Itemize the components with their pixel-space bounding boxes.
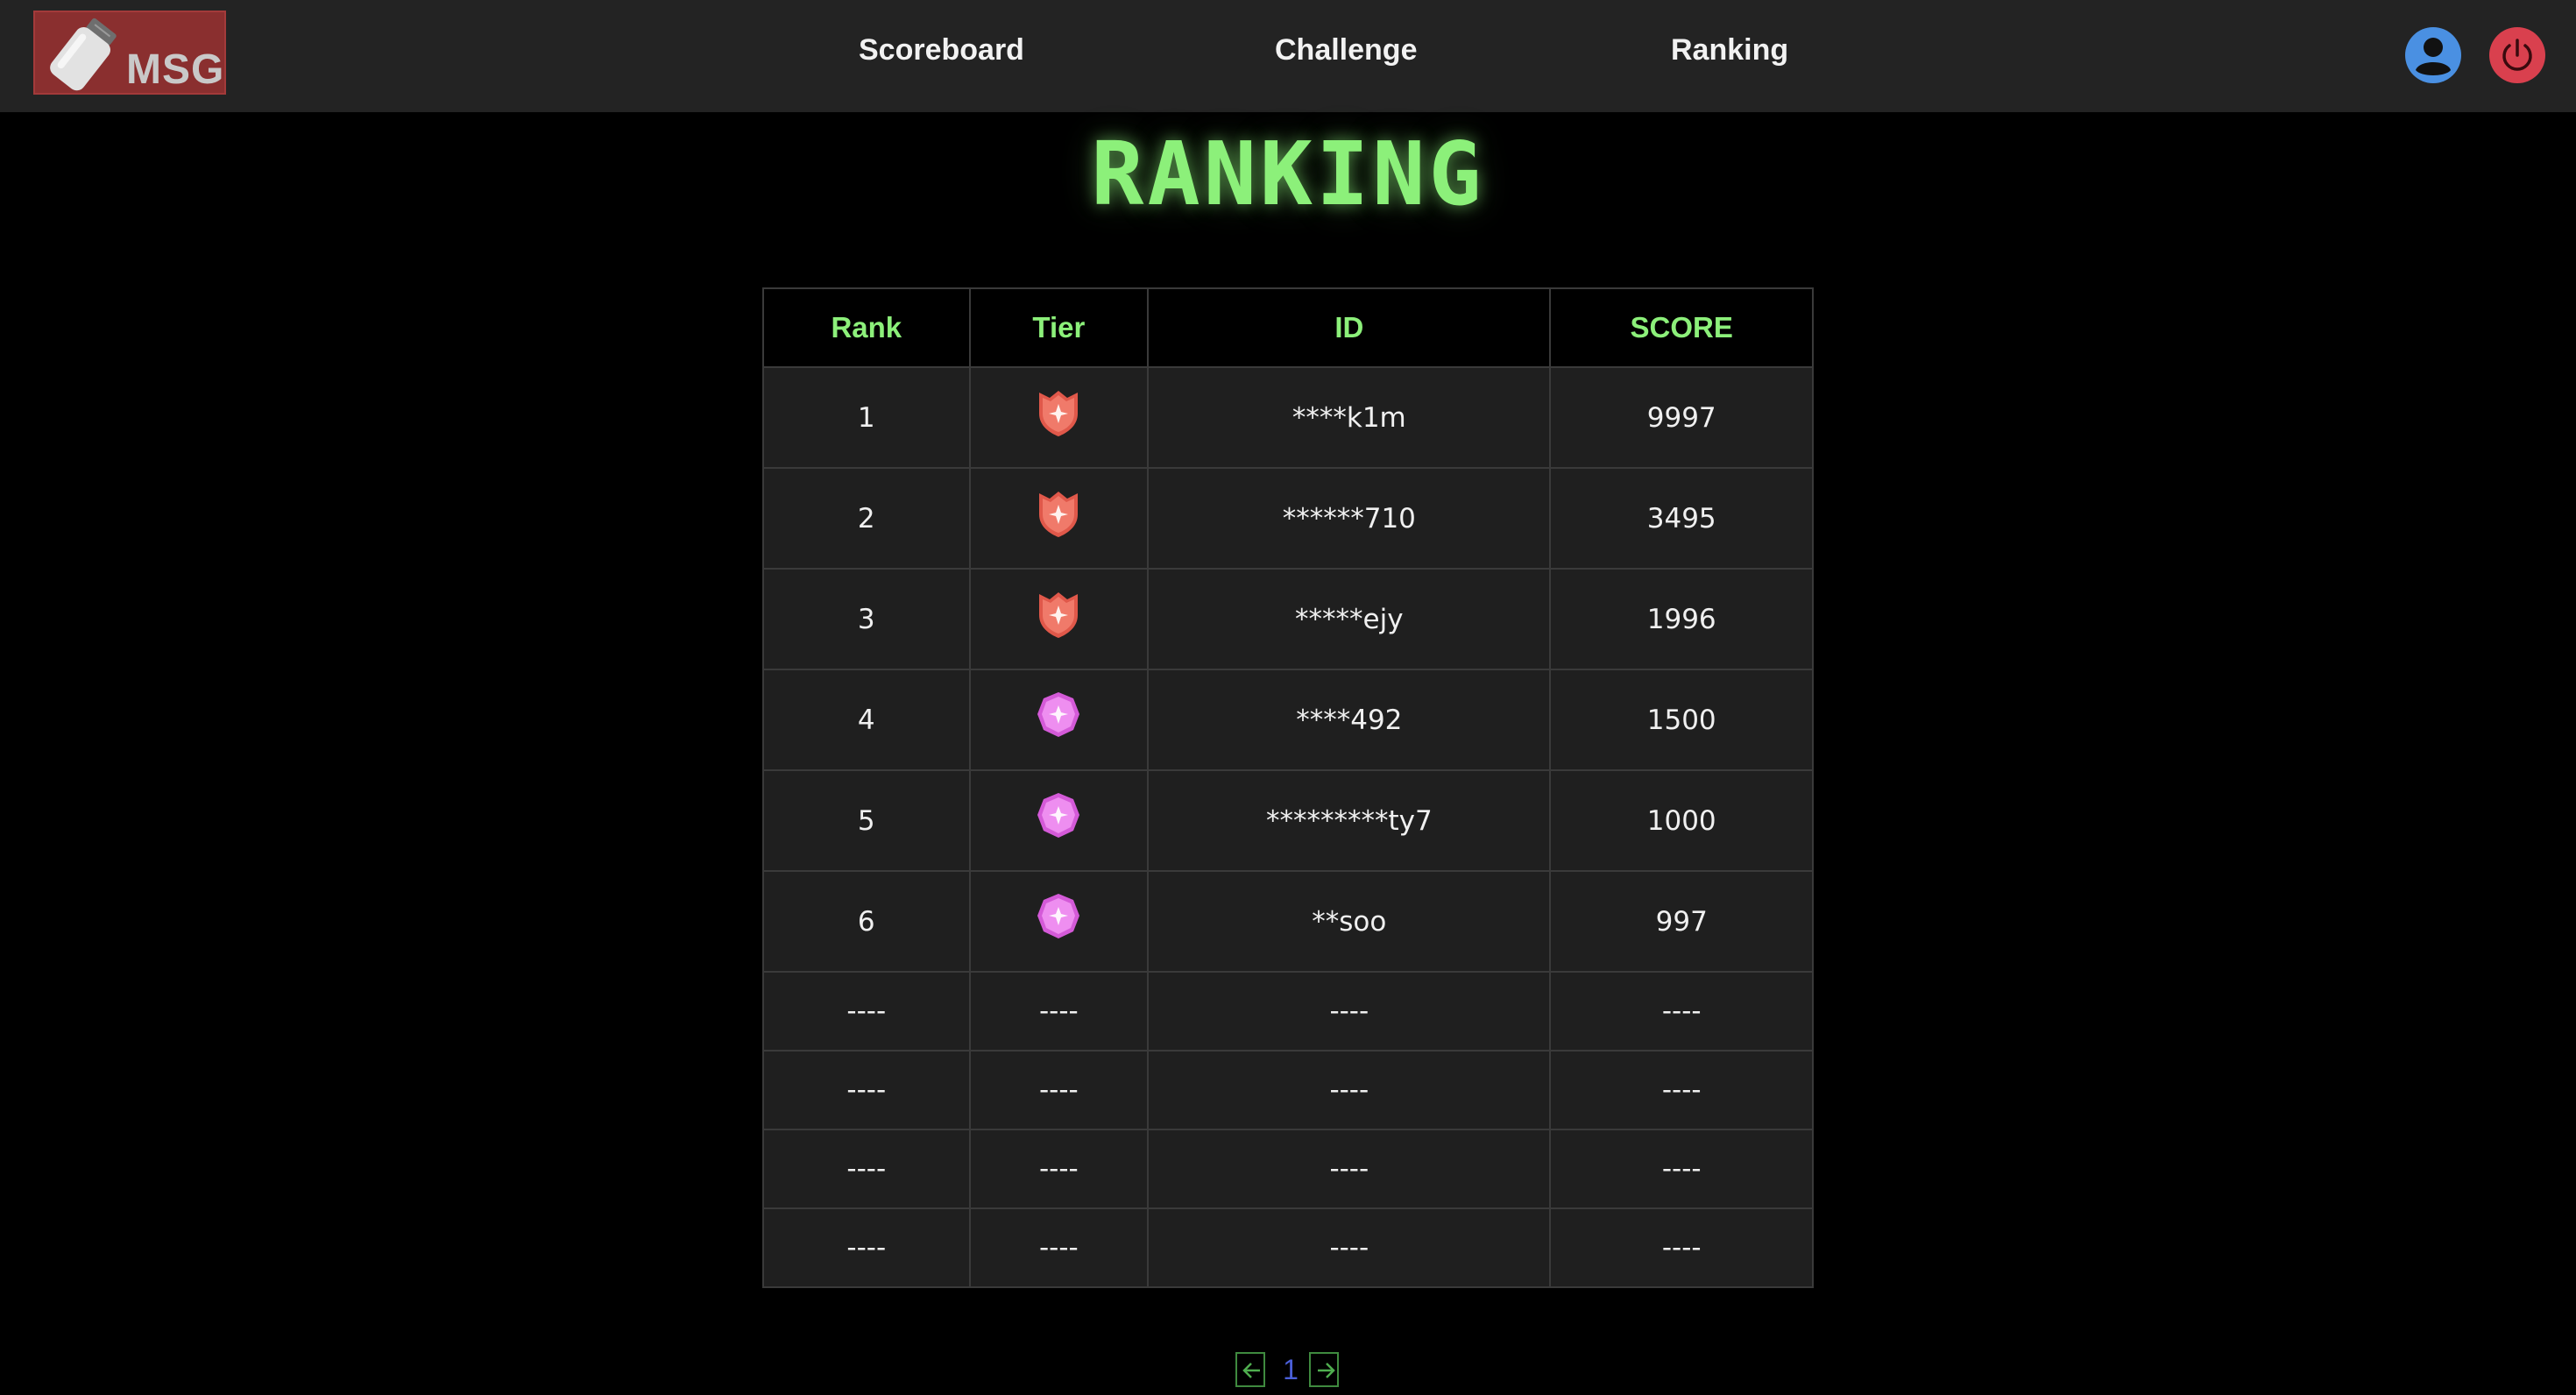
table-row-empty: ---- ---- ---- ---- <box>762 971 1814 1052</box>
tier-cell <box>968 769 1150 872</box>
user-profile-button[interactable] <box>2404 26 2462 84</box>
tier-cell: ---- <box>968 1050 1150 1130</box>
score-cell: 9997 <box>1549 366 1814 469</box>
score-cell: 997 <box>1549 870 1814 973</box>
tier-cell <box>968 467 1150 570</box>
red-shield-tier-icon <box>1039 491 1079 537</box>
logo-text: MSG <box>126 46 225 93</box>
power-icon <box>2489 27 2545 83</box>
rank-cell: 3 <box>762 568 971 670</box>
rank-cell: ---- <box>762 971 971 1052</box>
top-navbar: MSG Scoreboard Challenge Ranking <box>0 0 2576 112</box>
header-tier: Tier <box>968 287 1150 368</box>
rank-cell: ---- <box>762 1129 971 1209</box>
pink-gem-tier-icon <box>1037 691 1080 737</box>
msg-logo[interactable]: MSG <box>33 11 226 95</box>
rank-cell: 2 <box>762 467 971 570</box>
arrow-right-icon <box>1318 1363 1335 1378</box>
id-cell: ****k1m <box>1147 366 1552 469</box>
table-row-empty: ---- ---- ---- ---- <box>762 1129 1814 1209</box>
rank-cell: ---- <box>762 1207 971 1288</box>
header-rank: Rank <box>762 287 971 368</box>
rank-cell: 4 <box>762 669 971 771</box>
table-row: 1 ****k1m 9997 <box>762 366 1814 469</box>
rank-cell: ---- <box>762 1050 971 1130</box>
rank-cell: 5 <box>762 769 971 872</box>
score-cell: ---- <box>1549 1207 1814 1288</box>
arrow-left-icon <box>1242 1363 1260 1378</box>
next-page-button[interactable] <box>1309 1352 1339 1387</box>
score-cell: ---- <box>1549 971 1814 1052</box>
table-row-empty: ---- ---- ---- ---- <box>762 1050 1814 1130</box>
id-cell: ******710 <box>1147 467 1552 570</box>
tier-cell <box>968 669 1150 771</box>
page-title: RANKING <box>1091 123 1485 225</box>
id-cell: ---- <box>1147 971 1552 1052</box>
header-score: SCORE <box>1549 287 1814 368</box>
pink-gem-tier-icon <box>1037 893 1080 938</box>
red-shield-tier-icon <box>1039 591 1079 638</box>
tier-cell: ---- <box>968 1129 1150 1209</box>
score-cell: 1000 <box>1549 769 1814 872</box>
header-id: ID <box>1147 287 1552 368</box>
rank-cell: 1 <box>762 366 971 469</box>
red-shield-tier-icon <box>1039 390 1079 436</box>
table-header-row: Rank Tier ID SCORE <box>762 287 1814 368</box>
tier-cell: ---- <box>968 1207 1150 1288</box>
table-row: 2 ******710 3495 <box>762 467 1814 570</box>
table-row: 3 *****ejy 1996 <box>762 568 1814 670</box>
score-cell: ---- <box>1549 1050 1814 1130</box>
id-cell: *****ejy <box>1147 568 1552 670</box>
table-row: 6 **soo 997 <box>762 870 1814 973</box>
id-cell: *********ty7 <box>1147 769 1552 872</box>
rank-cell: 6 <box>762 870 971 973</box>
table-row-empty: ---- ---- ---- ---- <box>762 1207 1814 1288</box>
user-circle-icon <box>2405 27 2461 83</box>
page-number-current[interactable]: 1 <box>1277 1354 1304 1386</box>
logout-button[interactable] <box>2488 26 2546 84</box>
id-cell: ****492 <box>1147 669 1552 771</box>
id-cell: **soo <box>1147 870 1552 973</box>
pink-gem-tier-icon <box>1037 792 1080 838</box>
nav-challenge[interactable]: Challenge <box>1275 33 1417 67</box>
tier-cell: ---- <box>968 971 1150 1052</box>
nav-scoreboard[interactable]: Scoreboard <box>859 33 1024 67</box>
id-cell: ---- <box>1147 1129 1552 1209</box>
tier-cell <box>968 870 1150 973</box>
score-cell: 1500 <box>1549 669 1814 771</box>
score-cell: 3495 <box>1549 467 1814 570</box>
id-cell: ---- <box>1147 1207 1552 1288</box>
tier-cell <box>968 366 1150 469</box>
ranking-table: Rank Tier ID SCORE 1 ****k1m 9997 2 ****… <box>762 287 1814 1288</box>
tier-cell <box>968 568 1150 670</box>
score-cell: ---- <box>1549 1129 1814 1209</box>
table-row: 5 *********ty7 1000 <box>762 769 1814 872</box>
prev-page-button[interactable] <box>1235 1352 1265 1387</box>
id-cell: ---- <box>1147 1050 1552 1130</box>
pagination: 1 <box>1235 1352 1341 1391</box>
score-cell: 1996 <box>1549 568 1814 670</box>
table-row: 4 ****492 1500 <box>762 669 1814 771</box>
nav-ranking[interactable]: Ranking <box>1671 33 1788 67</box>
